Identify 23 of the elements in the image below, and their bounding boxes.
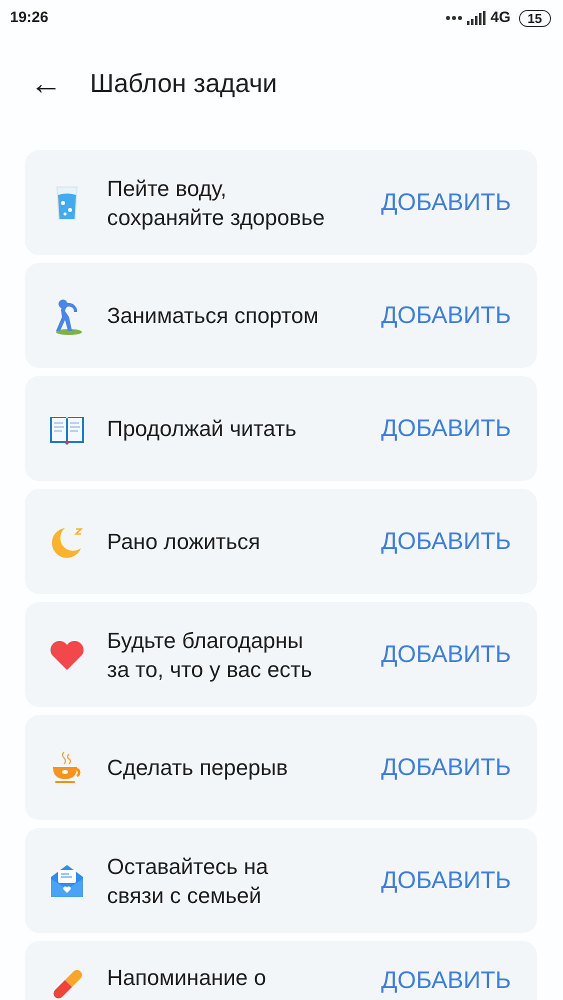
add-button[interactable]: ДОБАВИТЬ (381, 298, 511, 334)
network-type: 4G (490, 8, 511, 28)
add-button[interactable]: ДОБАВИТЬ (381, 862, 511, 898)
battery-level: 15 (518, 10, 551, 26)
template-title: Напоминание о (107, 964, 268, 992)
add-button[interactable]: ДОБАВИТЬ (381, 750, 511, 786)
template-title: Будьте благодарны за то, что у вас есть (107, 626, 314, 684)
add-button[interactable]: ДОБАВИТЬ (381, 410, 511, 446)
add-button[interactable]: ДОБАВИТЬ (381, 636, 511, 672)
add-button[interactable]: ДОБАВИТЬ (381, 184, 511, 220)
dots-icon (444, 15, 463, 21)
template-title: Заниматься спортом (107, 302, 320, 330)
template-title: Пейте воду, сохраняйте здоровье (107, 174, 326, 232)
page-title: Шаблон задачи (90, 66, 278, 100)
back-button[interactable]: ← (30, 67, 60, 99)
template-title: Оставайтесь на связи с семьей (107, 852, 270, 910)
template-title: Сделать перерыв (107, 754, 289, 782)
template-title: Продолжай читать (107, 415, 298, 443)
status-time: 19:26 (10, 8, 48, 28)
add-button[interactable]: ДОБАВИТЬ (381, 963, 511, 999)
add-button[interactable]: ДОБАВИТЬ (381, 524, 511, 560)
signal-icon (466, 11, 487, 25)
template-title: Рано ложиться (107, 528, 262, 556)
